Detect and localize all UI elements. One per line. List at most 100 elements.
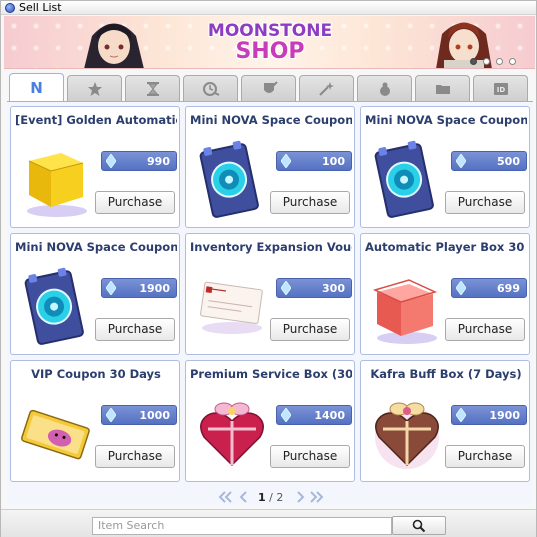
nova-coupon-icon[interactable]	[192, 139, 272, 219]
price-tag: 1000	[101, 405, 177, 425]
tab-equipment[interactable]	[241, 75, 296, 101]
price-value: 1900	[489, 409, 520, 422]
moonstone-gem-icon	[281, 154, 291, 168]
item-name: Premium Service Box (30 D...	[190, 367, 352, 381]
purchase-button[interactable]: Purchase	[270, 318, 350, 341]
moonstone-gem-icon	[456, 408, 466, 422]
red-box-icon[interactable]	[367, 266, 447, 346]
banner-dot[interactable]	[496, 58, 503, 65]
price-value: 100	[322, 155, 345, 168]
item-card: Automatic Player Box 30 Da... 699 Purcha…	[360, 233, 530, 355]
price-tag: 300	[276, 278, 352, 298]
id-card-icon: ID	[493, 82, 508, 95]
item-card: Mini NOVA Space Coupon 7 ... 500 Purchas…	[360, 106, 530, 228]
purchase-button[interactable]: Purchase	[95, 445, 175, 468]
item-name: [Event] Golden Automatic Pl...	[15, 113, 177, 127]
item-grid: [Event] Golden Automatic Pl... 990 Purch…	[7, 102, 533, 506]
nova-coupon-icon[interactable]	[367, 139, 447, 219]
item-name: Mini NOVA Space Coupon 7 ...	[365, 113, 527, 127]
price-value: 1000	[139, 409, 170, 422]
moonstone-shop-banner[interactable]: MOONSTONE SHOP	[4, 16, 535, 69]
price-value: 990	[147, 155, 170, 168]
vip-coupon-icon[interactable]	[17, 393, 97, 473]
gold-box-icon[interactable]	[17, 139, 97, 219]
price-value: 699	[497, 282, 520, 295]
banner-pagination	[470, 58, 530, 66]
logo-line-1: MOONSTONE	[207, 21, 333, 41]
heart-box-red-icon[interactable]	[192, 393, 272, 473]
title-bar[interactable]: Sell List	[1, 1, 536, 15]
tab-rental[interactable]	[183, 75, 238, 101]
search-bar: Item Search	[1, 509, 536, 537]
window-icon	[5, 3, 15, 13]
armor-icon	[263, 80, 278, 93]
tab-favorite[interactable]	[67, 75, 122, 101]
moonstone-gem-icon	[106, 408, 116, 422]
nova-coupon-icon[interactable]	[17, 266, 97, 346]
item-card: [Event] Golden Automatic Pl... 990 Purch…	[10, 106, 180, 228]
tab-magic[interactable]	[299, 75, 354, 101]
total-pages: 2	[276, 491, 284, 504]
folder-icon	[435, 84, 450, 94]
item-card: VIP Coupon 30 Days 1000 Purchase	[10, 360, 180, 482]
item-name: Inventory Expansion Voucher	[190, 240, 352, 254]
purchase-button[interactable]: Purchase	[445, 445, 525, 468]
price-tag: 1900	[451, 405, 527, 425]
banner-dot[interactable]	[509, 58, 516, 65]
item-card: Kafra Buff Box (7 Days) 1900 Purchase	[360, 360, 530, 482]
last-page-icon[interactable]	[307, 490, 325, 504]
prev-page-icon[interactable]	[235, 490, 253, 504]
price-tag: 100	[276, 151, 352, 171]
purchase-button[interactable]: Purchase	[95, 191, 175, 214]
tab-id[interactable]: ID	[473, 75, 528, 101]
item-name: Kafra Buff Box (7 Days)	[370, 367, 522, 381]
item-name: Mini NOVA Space Coupon 2 ...	[190, 113, 352, 127]
purchase-button[interactable]: Purchase	[445, 318, 525, 341]
price-tag: 1400	[276, 405, 352, 425]
price-value: 500	[497, 155, 520, 168]
item-card: Mini NOVA Space Coupon 2 ... 100 Purchas…	[185, 106, 355, 228]
banner-dot[interactable]	[470, 58, 477, 65]
price-value: 1400	[314, 409, 345, 422]
sparkle-wand-icon	[318, 81, 334, 96]
item-card: Mini NOVA Space Coupon 3... 1900 Purchas…	[10, 233, 180, 355]
price-value: 300	[322, 282, 345, 295]
first-page-icon[interactable]	[217, 490, 235, 504]
logo-line-2: SHOP	[235, 39, 305, 64]
search-button[interactable]	[392, 516, 446, 535]
purchase-button[interactable]: Purchase	[270, 445, 350, 468]
moonstone-gem-icon	[456, 154, 466, 168]
pet-icon	[379, 82, 390, 96]
purchase-button[interactable]: Purchase	[445, 191, 525, 214]
voucher-card-icon[interactable]	[192, 266, 272, 346]
moonstone-gem-icon	[281, 281, 291, 295]
tab-misc[interactable]	[415, 75, 470, 101]
pagination: 1 / 2	[211, 490, 331, 506]
price-tag: 699	[451, 278, 527, 298]
moonstone-gem-icon	[106, 154, 116, 168]
current-page: 1	[258, 491, 266, 504]
purchase-button[interactable]: Purchase	[270, 191, 350, 214]
tab-pet[interactable]	[357, 75, 412, 101]
item-card: Premium Service Box (30 D... 1400 Purcha…	[185, 360, 355, 482]
clock-icon	[202, 81, 219, 96]
category-tabs: N ID	[7, 73, 533, 101]
moonstone-gem-icon	[106, 281, 116, 295]
heart-box-brown-icon[interactable]	[367, 393, 447, 473]
page-separator: /	[265, 491, 277, 504]
page-indicator: 1 / 2	[258, 491, 283, 504]
purchase-button[interactable]: Purchase	[95, 318, 175, 341]
tab-hourglass[interactable]	[125, 75, 180, 101]
hourglass-icon	[146, 81, 159, 96]
sell-list-window: Sell List MOONSTONE SHOP N ID [Event] Go…	[0, 0, 537, 537]
item-name: Automatic Player Box 30 Da...	[365, 240, 527, 254]
price-tag: 500	[451, 151, 527, 171]
shop-logo: MOONSTONE SHOP	[200, 21, 340, 65]
new-label: N	[30, 78, 43, 97]
star-icon	[87, 81, 102, 96]
item-search-input[interactable]: Item Search	[92, 517, 392, 535]
banner-dot[interactable]	[483, 58, 490, 65]
item-card: Inventory Expansion Voucher 300 Purchase	[185, 233, 355, 355]
moonstone-gem-icon	[281, 408, 291, 422]
tab-new[interactable]: N	[9, 73, 64, 101]
